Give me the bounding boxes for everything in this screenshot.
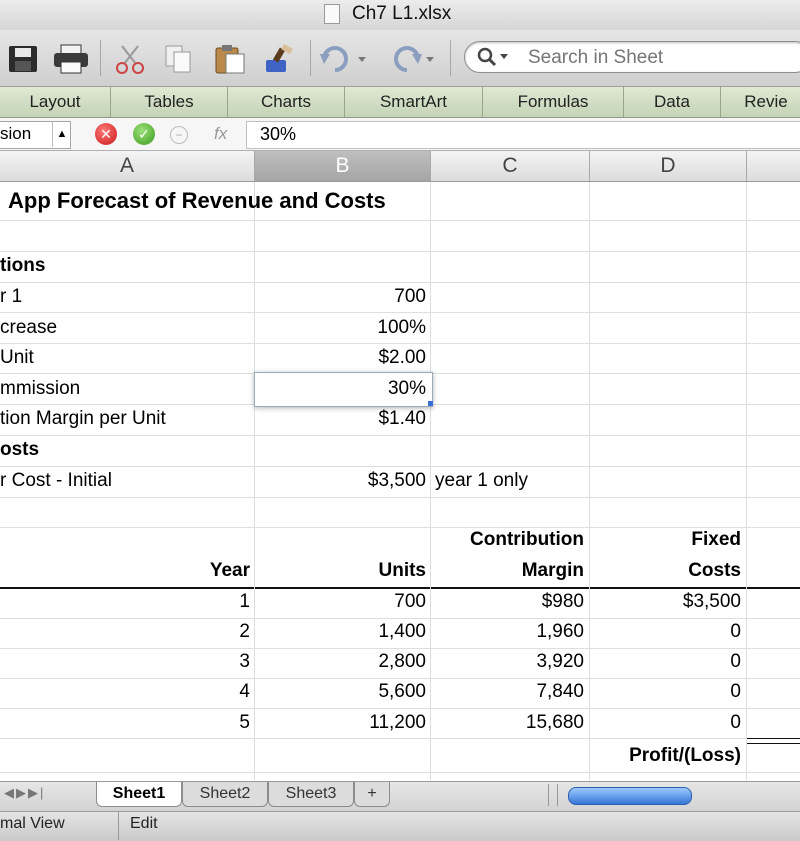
margin-cell[interactable]: 15,680	[430, 712, 584, 734]
fixed-cell[interactable]: $3,500	[589, 591, 741, 613]
fixed-cell[interactable]: 0	[589, 621, 741, 643]
cancel-edit-icon[interactable]: ✕	[95, 123, 117, 145]
copy-icon[interactable]	[160, 44, 196, 74]
ribbon-tabs: Layout Tables Charts SmartArt Formulas D…	[0, 87, 800, 118]
assumption-label[interactable]: r 1	[0, 286, 22, 308]
print-icon[interactable]	[52, 44, 90, 74]
year-cell[interactable]: 3	[0, 651, 250, 673]
year-cell[interactable]: 1	[0, 591, 250, 613]
sheet-nav-arrows-icon[interactable]: ◀▶▶|	[4, 785, 45, 801]
redo-icon[interactable]	[382, 44, 438, 74]
name-box-value: sion	[0, 124, 32, 143]
tab-charts[interactable]: Charts	[228, 87, 345, 117]
status-bar	[0, 811, 800, 841]
circle-icon: −	[170, 126, 188, 144]
fill-handle[interactable]	[428, 401, 433, 406]
margin-cell[interactable]: $980	[430, 591, 584, 613]
tab-formulas[interactable]: Formulas	[483, 87, 624, 117]
sheet-title[interactable]: App Forecast of Revenue and Costs	[8, 190, 386, 212]
header-fixed[interactable]: Fixed	[589, 529, 741, 551]
name-box-stepper-icon[interactable]: ▲	[52, 121, 71, 147]
units-cell[interactable]: 700	[254, 591, 426, 613]
sheet-tab-sheet1[interactable]: Sheet1	[96, 782, 182, 807]
margin-cell[interactable]: 7,840	[430, 681, 584, 703]
confirm-edit-icon[interactable]: ✓	[133, 123, 155, 145]
tab-smartart[interactable]: SmartArt	[345, 87, 483, 117]
scroll-splitter[interactable]	[548, 784, 558, 806]
header-costs[interactable]: Costs	[589, 560, 741, 582]
fixed-cell[interactable]: 0	[589, 651, 741, 673]
column-header-e[interactable]	[747, 151, 800, 181]
assumptions-header[interactable]: tions	[0, 255, 45, 277]
header-margin[interactable]: Margin	[430, 560, 584, 582]
save-icon[interactable]	[6, 44, 40, 74]
profit-loss-label[interactable]: Profit/(Loss)	[589, 745, 741, 767]
column-header-b[interactable]: B	[255, 151, 431, 181]
year-cell[interactable]: 2	[0, 621, 250, 643]
view-mode[interactable]: mal View	[0, 815, 65, 833]
assumption-value[interactable]: $1.40	[254, 408, 426, 430]
assumption-label[interactable]: mmission	[0, 378, 80, 400]
units-cell[interactable]: 2,800	[254, 651, 426, 673]
assumption-value[interactable]: 700	[254, 286, 426, 308]
window-title: Ch7 L1.xlsx	[352, 3, 452, 24]
assumption-value-selected[interactable]: 30%	[254, 378, 426, 400]
units-cell[interactable]: 1,400	[254, 621, 426, 643]
sheet-tab-sheet2[interactable]: Sheet2	[182, 782, 268, 807]
fixed-cell[interactable]: 0	[589, 712, 741, 734]
search-input[interactable]	[528, 47, 778, 69]
assumption-label[interactable]: crease	[0, 317, 57, 339]
cost-note[interactable]: year 1 only	[435, 470, 528, 492]
edit-mode: Edit	[130, 815, 158, 832]
format-painter-icon[interactable]	[262, 44, 298, 74]
add-sheet-button[interactable]: +	[354, 782, 390, 807]
assumption-label[interactable]: Unit	[0, 347, 34, 369]
units-cell[interactable]: 11,200	[254, 712, 426, 734]
tab-review[interactable]: Revie	[721, 87, 800, 117]
header-year[interactable]: Year	[0, 560, 250, 582]
cost-value[interactable]: $3,500	[254, 470, 426, 492]
assumption-value[interactable]: $2.00	[254, 347, 426, 369]
header-contribution[interactable]: Contribution	[430, 529, 584, 551]
table-header-rule	[0, 587, 800, 589]
toolbar-separator	[100, 40, 101, 76]
document-icon	[324, 4, 340, 24]
column-headers: A B C D	[0, 151, 800, 182]
spreadsheet-grid[interactable]: App Forecast of Revenue and Costs tions …	[0, 182, 800, 780]
double-underline	[747, 738, 800, 744]
assumption-value[interactable]: 100%	[254, 317, 426, 339]
year-cell[interactable]: 5	[0, 712, 250, 734]
tab-layout[interactable]: Layout	[0, 87, 111, 117]
toolbar-separator	[450, 40, 451, 76]
header-units[interactable]: Units	[254, 560, 427, 582]
units-cell[interactable]: 5,600	[254, 681, 426, 703]
fixed-cell[interactable]: 0	[589, 681, 741, 703]
paste-icon[interactable]	[212, 44, 248, 74]
undo-icon[interactable]	[318, 44, 368, 74]
tab-tables[interactable]: Tables	[111, 87, 228, 117]
assumption-label[interactable]: tion Margin per Unit	[0, 408, 166, 430]
formula-input[interactable]	[246, 121, 800, 149]
tab-data[interactable]: Data	[624, 87, 721, 117]
toolbar-separator	[310, 40, 311, 76]
column-header-c[interactable]: C	[431, 151, 590, 181]
formula-content: 30%	[260, 124, 297, 144]
status-divider	[118, 812, 119, 840]
horizontal-scrollbar-thumb[interactable]	[568, 787, 692, 805]
margin-cell[interactable]: 1,960	[430, 621, 584, 643]
year-cell[interactable]: 4	[0, 681, 250, 703]
margin-cell[interactable]: 3,920	[430, 651, 584, 673]
cut-icon[interactable]	[112, 44, 148, 74]
costs-header[interactable]: osts	[0, 439, 39, 461]
column-header-a[interactable]: A	[0, 151, 255, 181]
sheet-tab-sheet3[interactable]: Sheet3	[268, 782, 354, 807]
search-icon	[477, 47, 508, 67]
cost-label[interactable]: r Cost - Initial	[0, 470, 112, 492]
column-header-d[interactable]: D	[590, 151, 747, 181]
